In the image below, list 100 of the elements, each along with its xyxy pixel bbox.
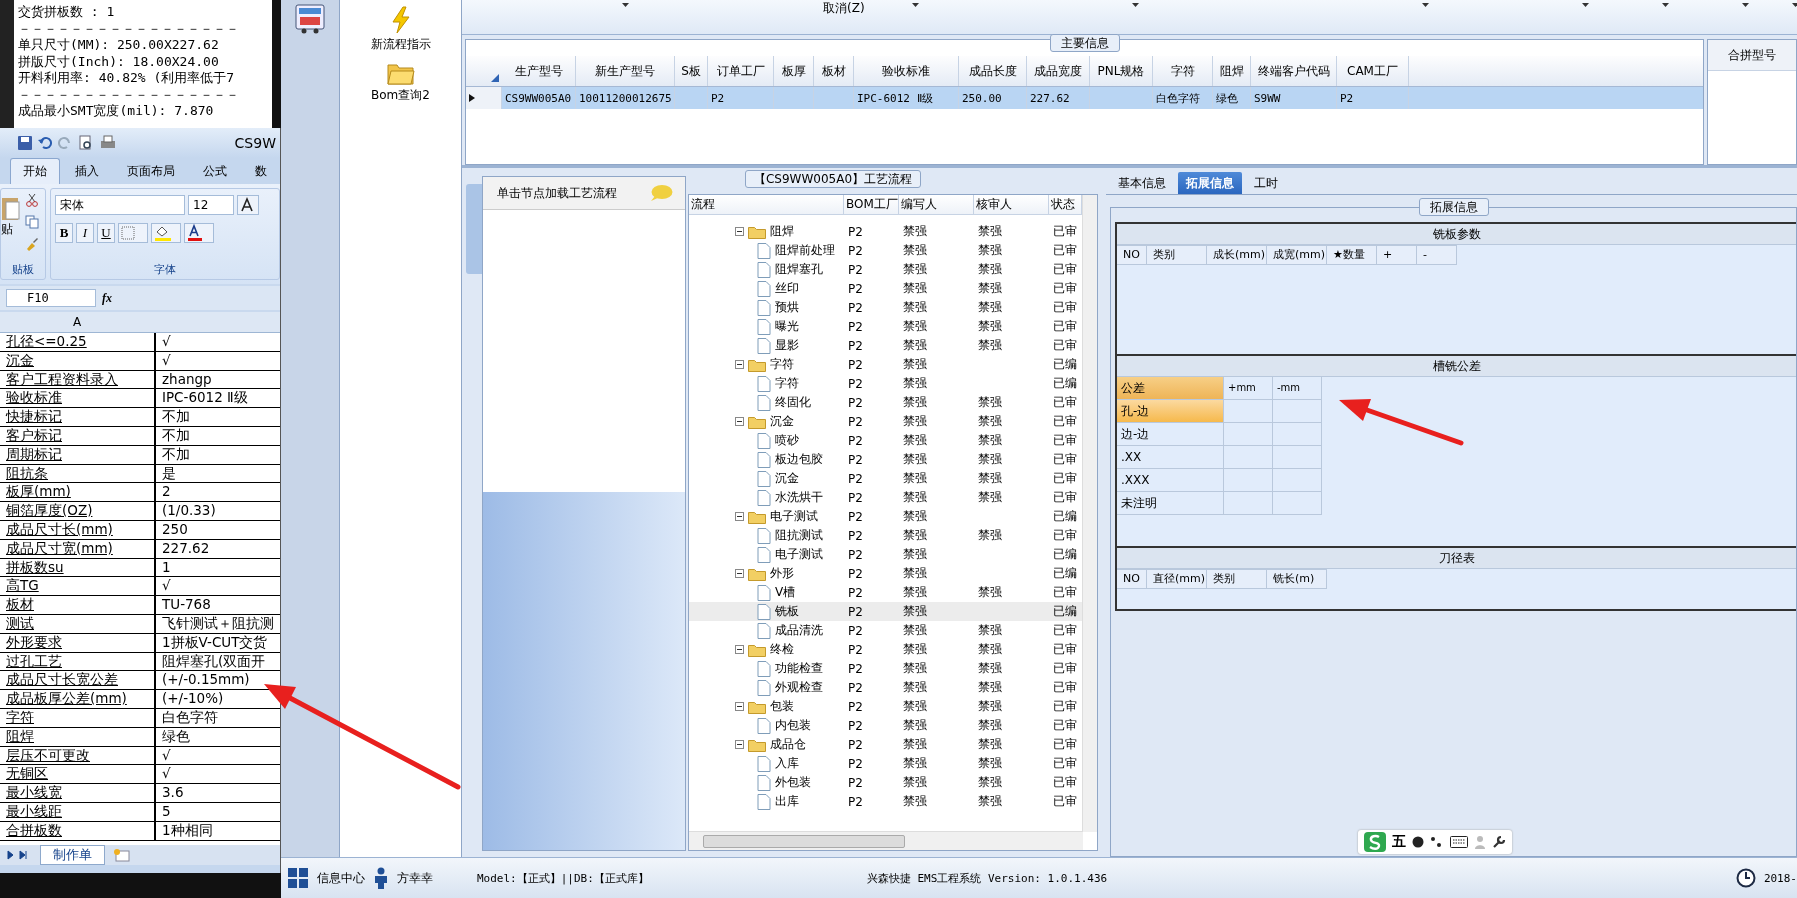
ribbon-tab[interactable]: 页面布局 [114, 158, 188, 184]
copy-icon[interactable] [25, 215, 39, 229]
scissors-icon[interactable] [25, 193, 39, 207]
format-button[interactable]: I [76, 223, 94, 243]
collapse-icon[interactable] [735, 360, 744, 369]
tree-row[interactable]: 沉金 P2 禁强 禁强 已审 [689, 469, 1083, 488]
tree-row[interactable]: 阻焊前处理 P2 禁强 禁强 已审 [689, 241, 1083, 260]
caret-icon[interactable] [1422, 3, 1429, 7]
column-header[interactable]: PNL规格 [1090, 56, 1153, 86]
font-size-dropdown[interactable]: 12 [188, 195, 234, 215]
tree-row[interactable]: 电子测试 P2 禁强 已编 [689, 545, 1083, 564]
launcher-item[interactable]: 新流程指示 [368, 4, 433, 55]
punctuation-icon[interactable] [1430, 836, 1444, 848]
collapse-icon[interactable] [735, 512, 744, 521]
tree-row[interactable]: 字符 P2 禁强 已编 [689, 355, 1083, 374]
print-preview-icon[interactable] [78, 135, 94, 151]
tree-row[interactable]: 外包装 P2 禁强 禁强 已审 [689, 773, 1083, 792]
tree-row[interactable]: 成品清洗 P2 禁强 禁强 已审 [689, 621, 1083, 640]
caret-icon[interactable] [622, 3, 629, 7]
tree-row[interactable]: 预烘 P2 禁强 禁强 已审 [689, 298, 1083, 317]
column-header[interactable]: CAM工厂 [1337, 56, 1409, 86]
ribbon-tab[interactable]: 数 [242, 158, 280, 184]
column-header[interactable]: 流程 [689, 195, 844, 214]
tree-row[interactable]: 终检 P2 禁强 禁强 已审 [689, 640, 1083, 659]
tree-row[interactable]: 铣板 P2 禁强 已编 [689, 602, 1083, 621]
tree-row[interactable]: 入库 P2 禁强 禁强 已审 [689, 754, 1083, 773]
column-header[interactable]: 字符 [1153, 56, 1213, 86]
ribbon-tab[interactable]: 公式 [190, 158, 240, 184]
tree-row[interactable]: 显影 P2 禁强 禁强 已审 [689, 336, 1083, 355]
scrollbar[interactable] [689, 831, 1083, 850]
column-header[interactable]: 订单工厂 [708, 56, 774, 86]
paste-label[interactable]: 贴 [1, 221, 13, 238]
paste-icon[interactable] [1, 195, 21, 221]
ribbon-tab[interactable]: 开始 [10, 158, 60, 184]
tree-row[interactable]: 终固化 P2 禁强 禁强 已审 [689, 393, 1083, 412]
collapse-icon[interactable] [735, 702, 744, 711]
column-header[interactable]: 板材 [814, 56, 854, 86]
column-header[interactable]: 阻焊 [1213, 56, 1251, 86]
font-color-icon[interactable] [184, 223, 214, 243]
caret-icon[interactable] [912, 3, 919, 7]
tree-row[interactable]: 出库 P2 禁强 禁强 已审 [689, 792, 1083, 811]
format-button[interactable]: U [97, 223, 115, 243]
row-header[interactable]: 孔-边 [1117, 400, 1224, 423]
column-header[interactable]: 验收标准 [854, 56, 959, 86]
column-header[interactable]: 编写人 [899, 195, 974, 214]
tree-row[interactable]: 电子测试 P2 禁强 已编 [689, 507, 1083, 526]
column-header[interactable]: 新生产型号 [576, 56, 675, 86]
tree-row[interactable]: 功能检查 P2 禁强 禁强 已审 [689, 659, 1083, 678]
column-header[interactable]: 合拼型号 [1708, 40, 1796, 71]
ime-mode-label[interactable]: 五 [1392, 833, 1406, 851]
scrollbar[interactable] [1082, 195, 1097, 832]
font-dropdown[interactable]: 宋体 [55, 195, 185, 215]
tree-row[interactable]: 内包装 P2 禁强 禁强 已审 [689, 716, 1083, 735]
grow-font-icon[interactable] [237, 195, 259, 215]
ime-logo-icon[interactable] [1364, 832, 1386, 852]
collapse-icon[interactable] [735, 740, 744, 749]
name-box[interactable]: F10 [6, 289, 96, 307]
save-icon[interactable] [18, 136, 32, 150]
column-header[interactable]: S板 [675, 56, 708, 86]
tree-row[interactable]: 曝光 P2 禁强 禁强 已审 [689, 317, 1083, 336]
caret-icon[interactable] [1742, 3, 1749, 7]
launcher-item[interactable]: Bom查询2 [369, 59, 432, 106]
tree-row[interactable]: 包装 P2 禁强 禁强 已审 [689, 697, 1083, 716]
column-header[interactable]: 成品长度 [959, 56, 1027, 86]
caret-icon[interactable] [1582, 3, 1589, 7]
column-header[interactable]: BOM工厂 [844, 195, 899, 214]
moon-icon[interactable] [1412, 836, 1424, 848]
column-header[interactable]: 板厚 [774, 56, 814, 86]
row-header[interactable]: 未注明 [1117, 492, 1224, 515]
column-header[interactable]: 终端客户代码 [1251, 56, 1337, 86]
formula-label[interactable]: fx [102, 290, 112, 306]
tree-row[interactable]: 水洗烘干 P2 禁强 禁强 已审 [689, 488, 1083, 507]
tree-row[interactable]: 沉金 P2 禁强 禁强 已审 [689, 412, 1083, 431]
tab[interactable]: 基本信息 [1110, 172, 1174, 194]
column-header[interactable]: 成品宽度 [1027, 56, 1090, 86]
collapse-icon[interactable] [735, 417, 744, 426]
row-header[interactable]: 边-边 [1117, 423, 1224, 446]
row-header[interactable]: .XXX [1117, 469, 1224, 492]
collapse-icon[interactable] [735, 645, 744, 654]
tree-row[interactable]: 阻焊塞孔 P2 禁强 禁强 已审 [689, 260, 1083, 279]
tree-row[interactable]: 板边包胶 P2 禁强 禁强 已审 [689, 450, 1083, 469]
wrench-icon[interactable] [1492, 835, 1506, 849]
undo-icon[interactable] [38, 136, 52, 150]
tree-row[interactable]: 外形 P2 禁强 已编 [689, 564, 1083, 583]
caret-icon[interactable] [1662, 3, 1669, 7]
column-header[interactable]: 核审人 [974, 195, 1049, 214]
tree-row[interactable]: 阻抗测试 P2 禁强 禁强 已审 [689, 526, 1083, 545]
caret-icon[interactable] [1132, 3, 1139, 7]
caret-icon[interactable] [1792, 3, 1797, 7]
tab[interactable]: 拓展信息 [1178, 172, 1242, 194]
column-header[interactable]: 生产型号 [502, 56, 576, 86]
row-header[interactable]: .XX [1117, 446, 1224, 469]
tree-row[interactable]: 外观检查 P2 禁强 禁强 已审 [689, 678, 1083, 697]
collapse-icon[interactable] [735, 227, 744, 236]
grid-row[interactable]: CS9WW005A0 10011200012675 P2 IPC-6012 Ⅱ级 250.00 227.62 白色字符 绿色 S9WW P2 [466, 87, 1703, 109]
format-button[interactable]: B [55, 223, 73, 243]
keyboard-icon[interactable] [1450, 836, 1468, 848]
tree-row[interactable]: 喷砂 P2 禁强 禁强 已审 [689, 431, 1083, 450]
tree-row[interactable]: V槽 P2 禁强 禁强 已审 [689, 583, 1083, 602]
ribbon-tab[interactable]: 插入 [62, 158, 112, 184]
